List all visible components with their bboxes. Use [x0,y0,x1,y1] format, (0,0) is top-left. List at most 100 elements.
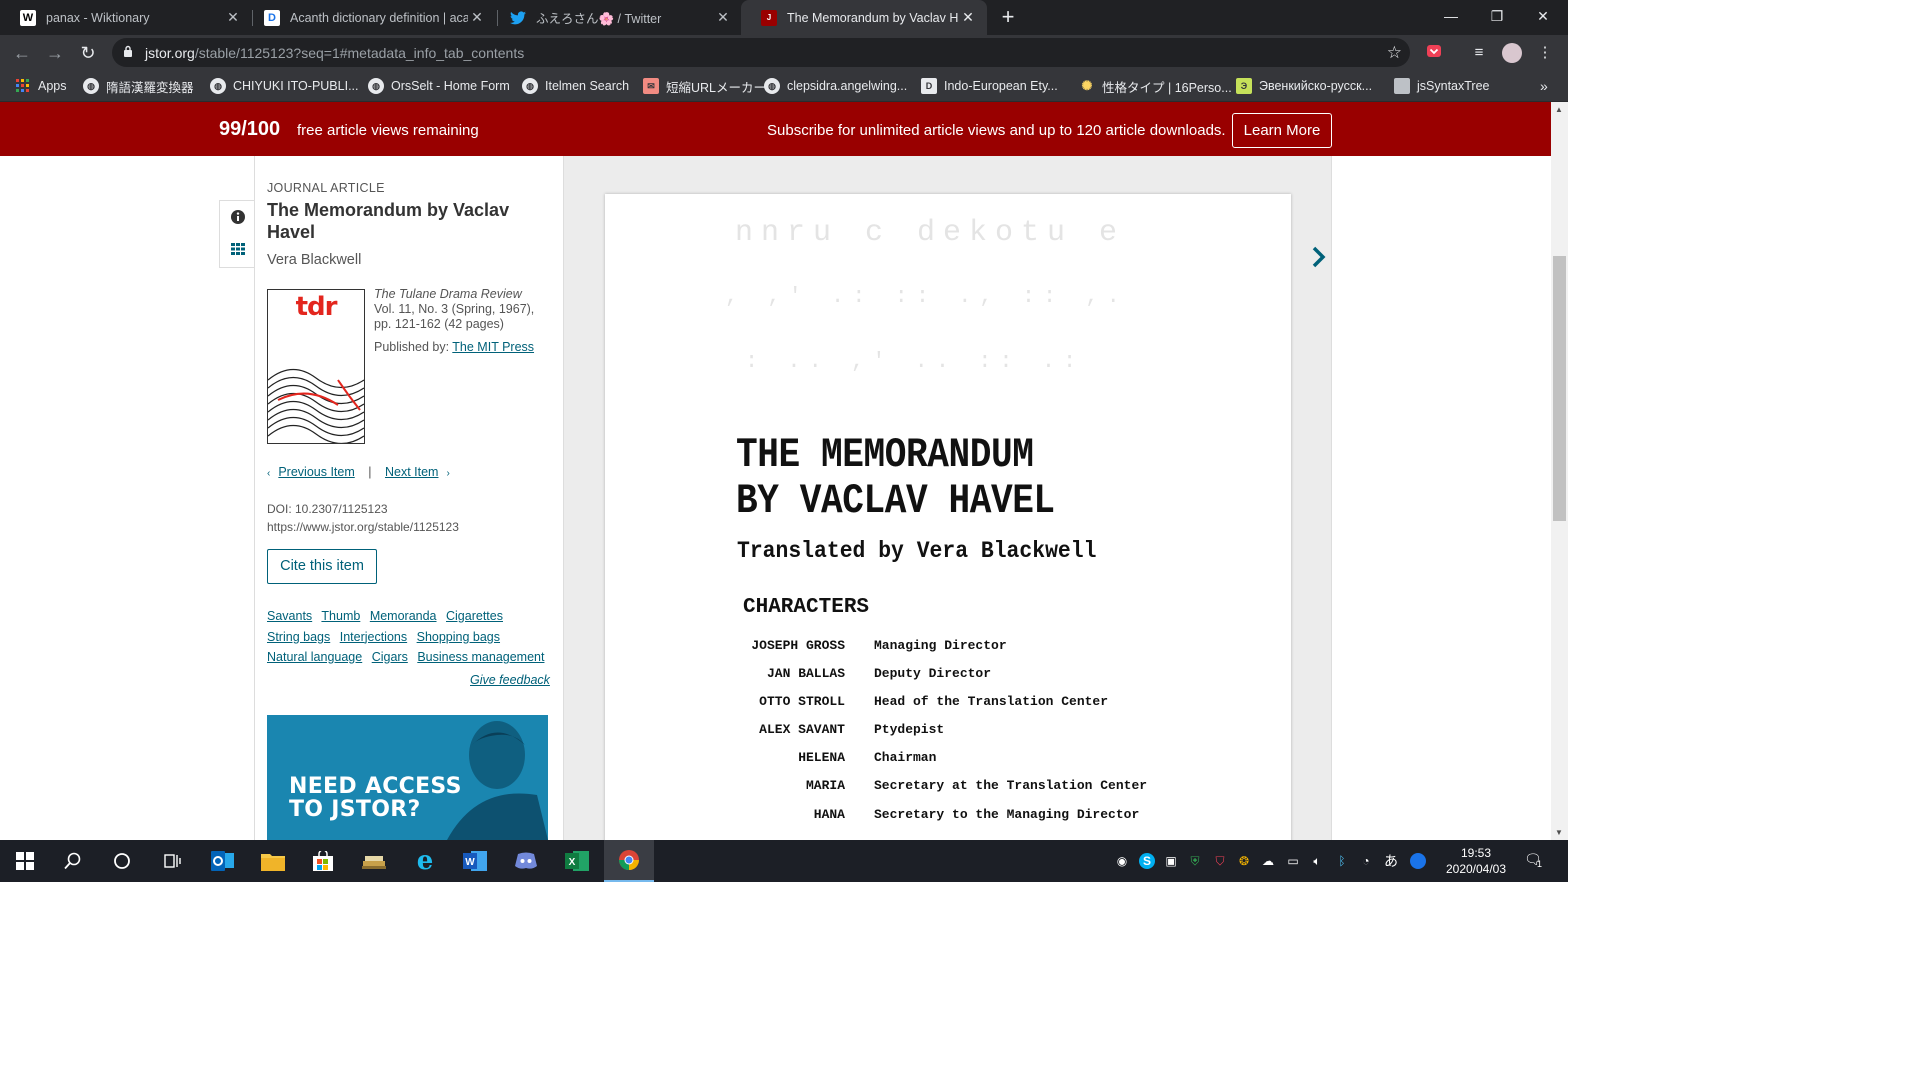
action-center-button[interactable]: 🗨︎ 1 [1524,851,1546,871]
bookmark-item[interactable]: ◍ clepsidra.angelwing... [764,78,907,94]
reload-button[interactable]: ↻ [76,41,100,65]
browser-tab[interactable]: W panax - Wiktionary ✕ [0,0,252,35]
cite-this-item-button[interactable]: Cite this item [267,549,377,584]
scrollbar-thumb[interactable] [1553,256,1566,521]
bookmark-item[interactable]: ◍ 隋語漢羅変換器 [83,78,194,95]
stable-url: https://www.jstor.org/stable/1125123 [267,520,459,534]
profile-avatar[interactable] [1502,43,1522,63]
close-tab-icon[interactable]: ✕ [224,9,242,26]
new-tab-button[interactable]: + [996,5,1020,29]
battery-icon[interactable]: ▭ [1285,853,1301,869]
tag-link[interactable]: Interjections [340,630,407,644]
scroll-up-arrow-icon[interactable]: ▲ [1555,105,1563,114]
system-clock[interactable]: 19:53 2020/04/03 [1440,845,1512,877]
menu-dots-icon[interactable]: ⋮ [1535,43,1555,63]
bookmark-item[interactable]: ✉ 短縮URLメーカー [643,78,766,95]
info-icon[interactable] [230,209,246,225]
tag-link[interactable]: Cigars [372,650,408,664]
cortana-button[interactable] [97,840,147,882]
next-page-chevron-icon[interactable] [1311,246,1327,268]
wifi-icon[interactable]: ◔ [1358,853,1374,869]
close-window-button[interactable]: ✕ [1520,0,1566,32]
jstor-access-ad[interactable]: NEED ACCESS TO JSTOR? [267,715,548,840]
books-app[interactable] [349,840,399,882]
close-tab-icon[interactable]: ✕ [714,9,732,26]
tag-link[interactable]: Business management [417,650,544,664]
next-item-link[interactable]: Next Item [385,465,439,479]
more-bookmarks-button[interactable]: » [1540,78,1548,94]
tag-link[interactable]: Savants [267,609,312,623]
journal-cover-image[interactable]: tdr [267,289,365,444]
globe-icon: ◍ [210,78,226,94]
bookmark-item[interactable]: ◍ CHIYUKI ITO-PUBLI... [210,78,359,94]
give-feedback-link[interactable]: Give feedback [470,673,550,687]
restore-button[interactable]: ❐ [1474,0,1520,32]
tag-link[interactable]: Shopping bags [417,630,500,644]
minimize-button[interactable]: — [1428,0,1474,32]
tag-link[interactable]: Thumb [321,609,360,623]
bookmark-item[interactable]: ◍ Itelmen Search [522,78,629,94]
tag-link[interactable]: Natural language [267,650,362,664]
sidebar-divider [254,156,255,840]
ad-line-2: TO JSTOR? [289,797,421,822]
character-role: Deputy Director [874,666,992,681]
back-button[interactable]: ← [10,41,34,65]
pocket-extension-icon[interactable] [1424,43,1444,63]
search-button[interactable] [48,840,98,882]
tag-link[interactable]: Memoranda [370,609,437,623]
file-explorer-app[interactable] [248,840,298,882]
outlook-app[interactable] [198,840,248,882]
previous-item-link[interactable]: Previous Item [278,465,354,479]
close-tab-icon[interactable]: ✕ [959,9,977,26]
skype-tray-icon[interactable]: S [1139,853,1155,869]
address-bar[interactable]: jstor.org/stable/1125123?seq=1#metadata_… [112,38,1410,67]
svg-text:X: X [569,857,576,868]
media-queue-icon[interactable]: ≡ [1469,43,1489,63]
tray-app-icon[interactable]: ▣ [1163,853,1179,869]
bookmark-item[interactable]: ✺ 性格タイプ | 16Perso... [1079,78,1232,95]
close-tab-icon[interactable]: ✕ [468,9,486,26]
bleed-through-text: : .. ,' .. :: .: [745,349,1085,374]
bookmark-apps[interactable]: Apps [15,78,67,94]
bookmark-item[interactable]: ◍ OrsSelt - Home Form [368,78,510,94]
browser-tab[interactable]: ふえろさん🌸 / Twitter ✕ [490,0,742,35]
bookmark-label: Эвенкийско-русск... [1259,79,1373,93]
task-view-button[interactable] [147,840,197,882]
notification-count: 1 [1537,859,1543,869]
tag-link[interactable]: Cigarettes [446,609,503,623]
tag-link[interactable]: String bags [267,630,330,644]
publisher-link[interactable]: The MIT Press [452,340,534,354]
document-subtitle: Translated by Vera Blackwell [737,538,1097,564]
document-title-line-1: THE MEMORANDUM [736,431,1034,479]
grid-icon[interactable] [230,241,246,257]
bookmark-item[interactable]: Э Эвенкийско-русск... [1236,78,1372,94]
volume-icon[interactable]: 🔈︎ [1309,853,1325,869]
excel-app[interactable]: X [552,840,602,882]
discord-app[interactable] [501,840,551,882]
security-shield-icon[interactable]: ⛨ [1187,853,1203,869]
onedrive-icon[interactable]: ☁ [1260,853,1276,869]
browser-tab-active[interactable]: J The Memorandum by Vaclav Hav ✕ [741,0,987,35]
bookmark-star-icon[interactable]: ☆ [1387,43,1402,63]
store-app[interactable] [298,840,348,882]
mcafee-icon[interactable]: ⛉ [1212,853,1228,869]
forward-button[interactable]: → [43,41,67,65]
bluetooth-icon[interactable]: ᛒ [1334,853,1350,869]
internet-explorer-app[interactable]: e [400,840,450,882]
bookmark-item[interactable]: jsSyntaxTree [1394,78,1489,94]
tray-app-icon[interactable]: ❂ [1236,853,1252,869]
ime-indicator[interactable]: あ [1383,853,1399,869]
discord-tray-icon[interactable]: ◉ [1114,853,1130,869]
bookmark-label: OrsSelt - Home Form [391,79,510,93]
tray-app-icon[interactable] [1410,853,1426,869]
scroll-down-arrow-icon[interactable]: ▼ [1555,828,1563,837]
chrome-app[interactable] [604,840,654,882]
start-button[interactable] [0,840,50,882]
bookmark-item[interactable]: D Indo-European Ety... [921,78,1058,94]
scanned-page[interactable]: nnru c dekotu e , ,' .: :: ., :: ,. : ..… [605,194,1291,840]
learn-more-button[interactable]: Learn More [1232,113,1332,148]
page-scrollbar[interactable]: ▲ ▼ [1551,102,1568,840]
browser-tab[interactable]: D Acanth dictionary definition | aca ✕ [244,0,496,35]
word-app[interactable]: W [450,840,500,882]
character-role: Chairman [874,750,937,765]
